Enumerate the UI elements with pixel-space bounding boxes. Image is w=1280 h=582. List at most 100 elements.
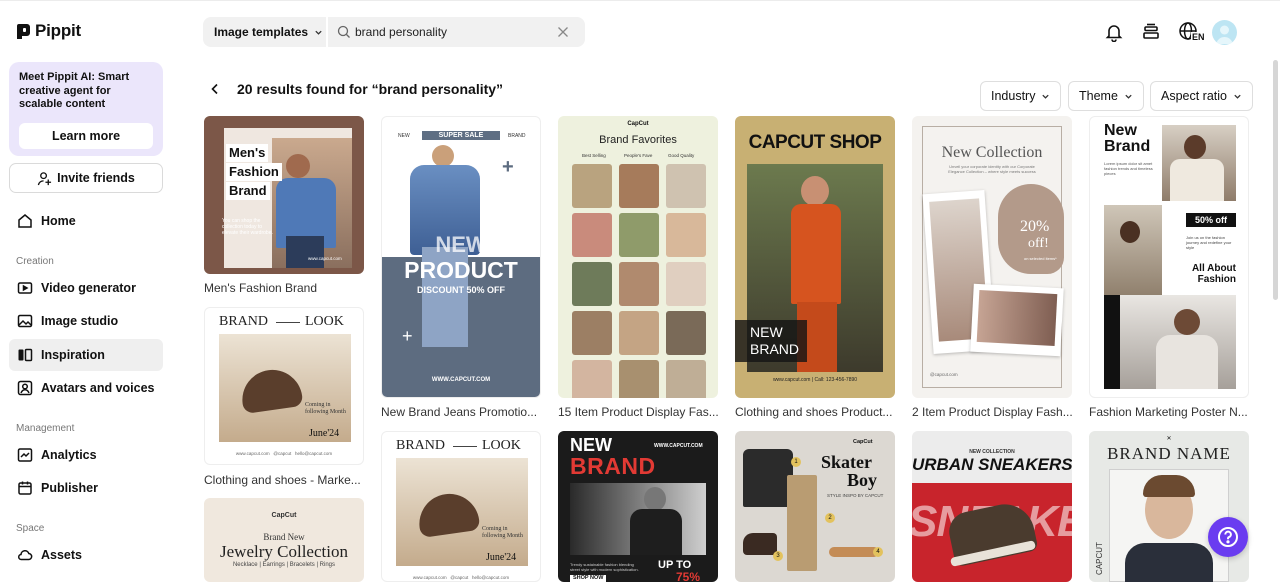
language-selector[interactable]: EN (1178, 21, 1206, 50)
sidebar-item-image-studio[interactable]: Image studio (9, 305, 163, 337)
template-card-brand-favorites[interactable]: CapCut Brand Favorites Best Selling Peop… (558, 116, 718, 398)
template-card-brand-look[interactable]: BRAND LOOK Coming in following Month Jun… (204, 307, 364, 465)
theme-filter[interactable]: Theme (1068, 81, 1144, 111)
card-title-line: BRAND (570, 453, 656, 479)
card-body-text: You can shop the collection today to ele… (222, 218, 273, 236)
template-card-skater-boy[interactable]: CapCut Skater Boy STYLE INSPO BY CAPCUT … (735, 431, 895, 582)
user-avatar[interactable] (1212, 20, 1237, 45)
template-card-jewelry-collection[interactable]: CapCut Brand New Jewelry Collection Neck… (204, 498, 364, 582)
discount-percent: 20% (1020, 218, 1050, 235)
section-creation: Creation (16, 256, 54, 267)
jacket-item (743, 449, 793, 507)
template-card-mens-fashion[interactable]: Men's Fashion Brand You can shop the col… (204, 116, 364, 274)
product-thumbnail (572, 262, 612, 306)
scrollbar[interactable] (1273, 60, 1278, 300)
chevron-down-icon (315, 30, 322, 35)
side-text: CAPCUT (1095, 542, 1104, 575)
discount-off: off! (1028, 236, 1049, 251)
template-card-new-brand-red[interactable]: WWW.CAPCUT.COM NEW BRAND Trendy sustaina… (558, 431, 718, 582)
sidebar-item-publisher[interactable]: Publisher (9, 472, 163, 504)
card-desc: Lorem ipsum dolor sit amet fashion trend… (1104, 161, 1153, 176)
model-head (801, 176, 829, 206)
promo-card: Meet Pippit AI: Smart creative agent for… (9, 62, 163, 156)
template-card-fashion-marketing[interactable]: New Brand Lorem ipsum dolor sit amet fas… (1089, 116, 1249, 398)
model-photo (976, 289, 1058, 347)
template-card-brand-name[interactable]: ✕ BRAND NAME CAPCUT (1089, 431, 1249, 582)
sidebar-item-avatars-voices[interactable]: Avatars and voices (9, 372, 163, 404)
card-line: BRAND (750, 341, 800, 357)
industry-filter[interactable]: Industry (980, 81, 1062, 111)
help-button[interactable] (1208, 517, 1248, 557)
template-card-jeans-promotion[interactable]: NEW SUPER SALE BRAND + + NEW PRODUCT DIS… (381, 116, 541, 398)
shoe-item (743, 533, 777, 555)
card-title-line: Skater (821, 452, 872, 472)
model-head (1174, 309, 1200, 335)
sidebar-item-analytics[interactable]: Analytics (9, 439, 163, 471)
header-new: NEW (398, 133, 410, 139)
discount-text: DISCOUNT 50% OFF (416, 285, 505, 295)
bell-icon[interactable] (1104, 22, 1124, 42)
template-card-new-collection[interactable]: New Collection Unveil your corporate ide… (912, 116, 1072, 398)
coming-text: Coming in following Month (482, 526, 523, 539)
filter-label: Theme (1079, 89, 1118, 103)
brand-new-text: Brand New (263, 532, 305, 542)
sidebar: Pippit Meet Pippit AI: Smart creative ag… (0, 0, 176, 582)
close-icon[interactable] (557, 26, 569, 38)
model-jacket (1156, 335, 1218, 389)
look-word: LOOK (482, 438, 521, 453)
template-card-capcut-shop[interactable]: CAPCUT SHOP NEW BRAND www.capcut.com | C… (735, 116, 895, 398)
card-title: New Collection (941, 144, 1043, 161)
sidebar-item-assets[interactable]: Assets (9, 539, 163, 571)
card-title: URBAN SNEAKERS (912, 455, 1072, 474)
pippit-logo[interactable]: Pippit (16, 21, 81, 41)
coming-text: Coming in following Month (305, 402, 346, 415)
card-title-line: Brand (226, 182, 270, 200)
app-root: Pippit Meet Pippit AI: Smart creative ag… (0, 0, 1280, 582)
jewelry-categories: Necklace | Earrings | Bracelets | Rings (232, 562, 336, 568)
invite-friends-button[interactable]: Invite friends (9, 163, 163, 193)
cloud-icon (18, 549, 33, 561)
card-caption: Clothing and shoes - Marke... (204, 473, 361, 487)
pants-item (787, 475, 817, 571)
invite-label: Invite friends (57, 171, 135, 185)
shop-now-button: SHOP NOW (570, 575, 607, 582)
sidebar-item-video-generator[interactable]: Video generator (9, 272, 163, 304)
card-url: www.capcut.com (308, 256, 342, 261)
brand-word: BRAND (396, 438, 446, 453)
back-arrow-icon[interactable] (209, 83, 221, 95)
product-thumbnail (666, 360, 706, 398)
template-type-dropdown[interactable]: Image templates (203, 17, 326, 47)
question-icon (1218, 527, 1238, 547)
capcut-logo: CapCut (271, 512, 297, 519)
video-generator-icon (17, 282, 33, 294)
plus-icon: + (402, 326, 413, 346)
sidebar-item-label: Avatars and voices (41, 381, 155, 395)
card-line: NEW (750, 324, 783, 340)
learn-more-button[interactable]: Learn more (19, 123, 153, 149)
product-thumbnail (666, 164, 706, 208)
sidebar-item-home[interactable]: Home (9, 205, 163, 237)
tab-label: Good Quality (668, 153, 695, 158)
about-line: All About (1191, 263, 1236, 274)
side-bar (1104, 295, 1120, 389)
product-thumbnail (619, 360, 659, 398)
template-card-urban-sneakers[interactable]: NEW COLLECTION URBAN SNEAKERS SNEAKERS (912, 431, 1072, 582)
aspect-ratio-filter[interactable]: Aspect ratio (1150, 81, 1254, 111)
layers-icon[interactable] (1141, 22, 1161, 42)
item-number: 2 (825, 513, 835, 523)
filter-label: Industry (991, 89, 1036, 103)
search-icon (337, 25, 350, 38)
chevron-down-icon (1125, 94, 1132, 99)
card-footer: www.capcut.com @capcut hello@capcut.com (235, 451, 333, 456)
card-join: Join us on the fashion journey and redef… (1186, 235, 1232, 250)
promo-text: Meet Pippit AI: Smart creative agent for… (19, 71, 130, 110)
model-coat (630, 509, 682, 555)
results-title: 20 results found for “brand personality” (237, 81, 504, 97)
sidebar-item-inspiration[interactable]: Inspiration (9, 339, 163, 371)
product-thumbnail (619, 164, 659, 208)
item-number: 4 (873, 547, 883, 557)
app-name: Pippit (35, 21, 82, 40)
product-thumbnail (572, 311, 612, 355)
search-input[interactable] (355, 22, 545, 42)
template-card-brand-look-2[interactable]: BRAND LOOK Coming in following Month Jun… (381, 431, 541, 582)
